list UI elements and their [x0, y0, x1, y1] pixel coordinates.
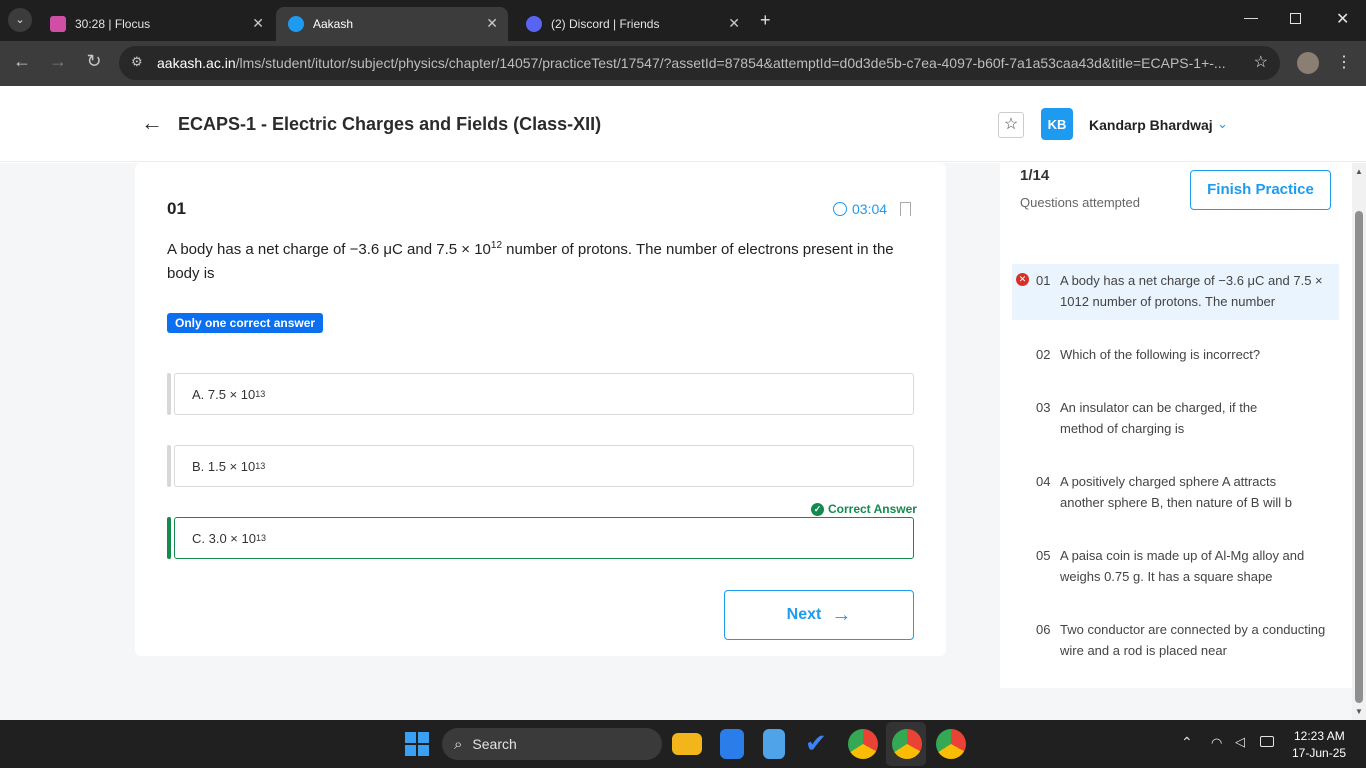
- search-icon: ⌕: [454, 735, 463, 753]
- minimize-button[interactable]: —: [1244, 9, 1258, 25]
- calculator-icon[interactable]: [720, 729, 744, 759]
- option-indicator: [167, 517, 171, 559]
- option-a[interactable]: A. 7.5 × 10 13: [167, 373, 914, 415]
- finish-practice-button[interactable]: Finish Practice: [1190, 170, 1331, 210]
- restore-button[interactable]: [1290, 13, 1301, 24]
- scrollbar-thumb[interactable]: [1355, 211, 1363, 703]
- wrong-icon: ✕: [1016, 273, 1029, 286]
- option-c[interactable]: C. 3.0 × 10 13: [167, 517, 914, 559]
- reload-button[interactable]: ↻: [82, 51, 106, 72]
- chrome-icon[interactable]: [848, 729, 878, 759]
- url-host: aakash.ac.in: [157, 55, 236, 71]
- browser-tab-strip: ⌄ 30:28 | Flocus ✕ Aakash ✕ (2) Discord …: [0, 0, 1366, 41]
- option-box[interactable]: A. 7.5 × 10 13: [174, 373, 914, 415]
- chevron-down-icon[interactable]: ⌄: [1217, 116, 1228, 132]
- clock-date[interactable]: 17-Jun-25: [1292, 746, 1346, 760]
- timer: 03:04: [833, 201, 887, 217]
- progress-label: Questions attempted: [1020, 195, 1140, 210]
- question-text: A body has a net charge of −3.6 μC and 7…: [167, 240, 894, 282]
- taskbar-search[interactable]: ⌕ Search: [442, 728, 662, 760]
- question-list-item[interactable]: 02 Which of the following is incorrect?: [1036, 344, 1336, 365]
- close-window-button[interactable]: ✕: [1336, 9, 1349, 29]
- wifi-icon[interactable]: ◠: [1211, 735, 1222, 751]
- user-name[interactable]: Kandarp Bhardwaj: [1089, 117, 1213, 133]
- close-icon[interactable]: ✕: [252, 15, 264, 32]
- back-button[interactable]: ←: [10, 51, 34, 72]
- question-list-item[interactable]: 04 A positively charged sphere A attract…: [1036, 471, 1336, 513]
- app-header: ← ECAPS-1 - Electric Charges and Fields …: [0, 86, 1366, 162]
- correct-answer-label: ✓ Correct Answer: [811, 502, 917, 516]
- scroll-up-icon[interactable]: ▲: [1355, 167, 1363, 176]
- check-circle-icon: ✓: [811, 502, 824, 516]
- chevron-up-icon[interactable]: ⌃: [1181, 734, 1193, 751]
- forward-button[interactable]: →: [46, 51, 70, 72]
- bookmark-icon[interactable]: [900, 202, 911, 216]
- option-b[interactable]: B. 1.5 × 10 13: [167, 445, 914, 487]
- scrollbar[interactable]: ▲ ▼: [1352, 163, 1366, 720]
- option-box[interactable]: C. 3.0 × 10 13: [174, 517, 914, 559]
- chrome-profile-2-icon[interactable]: [936, 729, 966, 759]
- back-arrow-icon[interactable]: ←: [141, 110, 163, 136]
- close-icon[interactable]: ✕: [486, 15, 498, 32]
- tab-aakash[interactable]: Aakash ✕: [276, 7, 508, 41]
- clock-time[interactable]: 12:23 AM: [1294, 729, 1345, 743]
- option-box[interactable]: B. 1.5 × 10 13: [174, 445, 914, 487]
- flocus-icon: [50, 16, 66, 32]
- volume-icon[interactable]: ◁: [1235, 734, 1245, 750]
- answer-type-badge: Only one correct answer: [167, 313, 324, 333]
- arrow-right-icon: →: [831, 603, 852, 626]
- windows-start-icon[interactable]: [405, 732, 429, 756]
- avatar[interactable]: KB: [1041, 108, 1073, 140]
- aakash-icon: [288, 16, 304, 32]
- taskbar: ⌕ Search ✔ ⌃ ◠ ◁ 12:23 AM 17-Jun-25: [0, 720, 1366, 768]
- close-icon[interactable]: ✕: [728, 15, 740, 32]
- menu-icon[interactable]: ⋮: [1336, 52, 1352, 72]
- notepad-icon[interactable]: [763, 729, 785, 759]
- page-title: ECAPS-1 - Electric Charges and Fields (C…: [178, 114, 602, 134]
- tab-search-button[interactable]: ⌄: [8, 8, 32, 32]
- url-path: /lms/student/itutor/subject/physics/chap…: [235, 55, 1226, 71]
- option-indicator: [167, 445, 171, 487]
- question-list-item[interactable]: 05 A paisa coin is made up of Al-Mg allo…: [1036, 545, 1336, 587]
- question-list-item[interactable]: 01 A body has a net charge of −3.6 μC an…: [1036, 270, 1336, 312]
- tab-flocus[interactable]: 30:28 | Flocus ✕: [38, 7, 274, 41]
- tab-title: Aakash: [313, 17, 354, 31]
- clock-icon: [833, 202, 847, 216]
- todo-icon[interactable]: ✔: [805, 728, 827, 759]
- option-indicator: [167, 373, 171, 415]
- question-list-item[interactable]: 06 Two conductor are connected by a cond…: [1036, 619, 1336, 658]
- progress-count: 1/14: [1020, 167, 1050, 184]
- next-button[interactable]: Next →: [724, 590, 914, 640]
- site-info-icon[interactable]: ⚙: [131, 54, 143, 70]
- chrome-profile-icon[interactable]: [892, 729, 922, 759]
- tab-title: (2) Discord | Friends: [551, 17, 660, 31]
- tab-title: 30:28 | Flocus: [75, 17, 151, 31]
- question-list-item[interactable]: 03 An insulator can be charged, if the m…: [1036, 397, 1336, 439]
- battery-icon[interactable]: [1260, 736, 1274, 747]
- file-explorer-icon[interactable]: [672, 733, 702, 755]
- profile-avatar[interactable]: [1297, 52, 1319, 74]
- timer-value: 03:04: [852, 201, 888, 217]
- scroll-down-icon[interactable]: ▼: [1355, 707, 1363, 716]
- address-bar[interactable]: ⚙ aakash.ac.in/lms/student/itutor/subjec…: [119, 46, 1280, 80]
- bookmark-star-icon[interactable]: ☆: [1247, 52, 1268, 72]
- favourite-button[interactable]: ☆: [998, 112, 1024, 138]
- discord-icon: [526, 16, 542, 32]
- question-number: 01: [167, 199, 186, 218]
- new-tab-button[interactable]: +: [760, 10, 771, 31]
- browser-toolbar: ← → ↻ ⚙ aakash.ac.in/lms/student/itutor/…: [0, 41, 1366, 86]
- tab-discord[interactable]: (2) Discord | Friends ✕: [514, 7, 750, 41]
